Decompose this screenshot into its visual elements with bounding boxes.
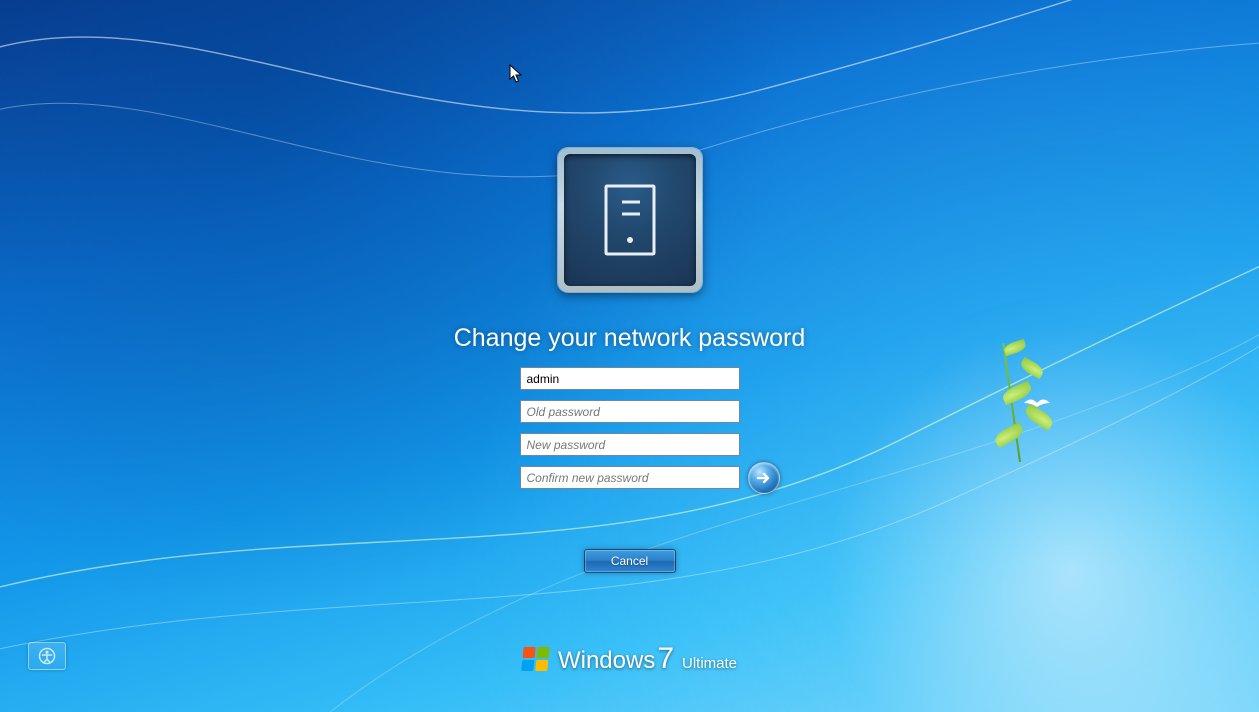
username-input[interactable] (520, 367, 740, 390)
account-picture (564, 154, 696, 286)
arrow-right-icon (755, 469, 773, 487)
submit-button[interactable] (748, 462, 780, 494)
os-name: Windows 7 Ultimate (558, 642, 737, 676)
product-edition: Ultimate (682, 655, 737, 672)
mouse-cursor-icon (509, 64, 523, 84)
account-picture-frame (558, 148, 702, 292)
ease-of-access-button[interactable] (28, 642, 66, 670)
windows-logo-icon (521, 647, 550, 671)
fields-container (520, 367, 740, 489)
page-title: Change your network password (454, 324, 806, 353)
os-branding: Windows 7 Ultimate (522, 642, 737, 676)
server-tower-icon (604, 184, 656, 256)
password-change-panel: Change your network password Cancel (410, 148, 850, 573)
cancel-button[interactable]: Cancel (584, 549, 676, 573)
product-version: 7 (657, 642, 674, 676)
bird-decoration (1023, 394, 1051, 412)
old-password-input[interactable] (520, 400, 740, 423)
confirm-password-input[interactable] (520, 466, 740, 489)
product-name: Windows (558, 647, 655, 675)
new-password-input[interactable] (520, 433, 740, 456)
ease-of-access-icon (38, 647, 56, 665)
